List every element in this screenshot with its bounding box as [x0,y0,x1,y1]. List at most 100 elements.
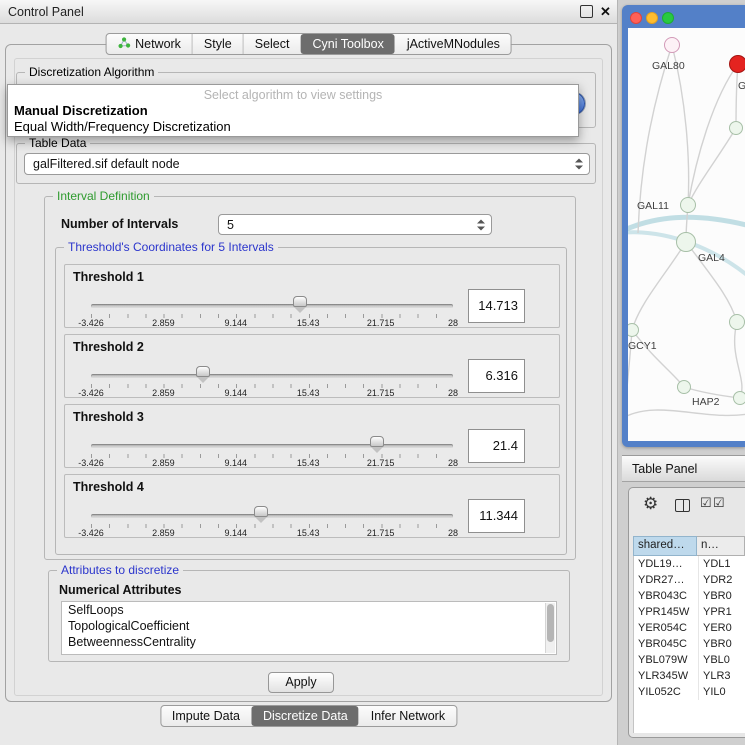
slider-scale-label: 9.144 [225,458,248,468]
network-node[interactable] [729,314,745,330]
network-node[interactable] [729,121,743,135]
group-title: Attributes to discretize [57,563,183,577]
dropdown-placeholder-option[interactable]: Select algorithm to view settings [8,87,578,103]
threshold-value-field[interactable]: 21.4 [468,429,525,463]
slider-scale-label: 21.715 [367,388,395,398]
network-node[interactable] [677,380,691,394]
checkbox-icon[interactable]: ☑ [700,495,712,511]
threshold-label: Threshold 3 [73,410,144,424]
table-data-select[interactable]: galFiltered.sif default node [24,153,590,175]
number-of-intervals-select[interactable]: 5 [218,214,492,235]
close-icon[interactable]: ✕ [599,5,612,18]
network-canvas[interactable]: GAL80GAGAL11GAL4GCY1HAP2 [628,28,745,441]
slider-scale-label: 15.43 [297,458,320,468]
network-node[interactable] [729,55,745,73]
threshold-slider[interactable] [91,298,453,312]
table-row[interactable]: YBR045CYBR0 [634,636,745,652]
tab-jactivemnodules[interactable]: jActiveMNodules [395,34,511,54]
slider-scale-label: 2.859 [152,528,175,538]
control-panel-tabs: Network Style Select Cyni Toolbox jActiv… [105,33,512,55]
numerical-attributes-list[interactable]: SelfLoopsTopologicalCoefficientBetweenne… [61,601,557,655]
table-row[interactable]: YDR27…YDR2 [634,572,745,588]
slider-thumb[interactable] [254,506,268,517]
table-panel-title: Table Panel [632,456,697,482]
table-row[interactable]: YLR345WYLR3 [634,668,745,684]
threshold-slider[interactable] [91,438,453,452]
mac-close-icon[interactable] [630,12,642,24]
network-node[interactable] [664,37,680,53]
slider-thumb[interactable] [196,366,210,377]
slider-scale-label: 15.43 [297,318,320,328]
apply-button[interactable]: Apply [268,672,334,693]
tab-style[interactable]: Style [192,34,243,54]
network-node-label: GA [738,80,745,92]
threshold-label: Threshold 4 [73,480,144,494]
network-node[interactable] [680,197,696,213]
threshold-slider[interactable] [91,368,453,382]
table-row[interactable]: YER054CYER0 [634,620,745,636]
tab-infer-network[interactable]: Infer Network [359,706,456,726]
threshold-value-field[interactable]: 6.316 [468,359,525,393]
table-row[interactable]: YDL19…YDL1 [634,556,745,572]
gear-icon[interactable]: ⚙ [643,494,658,514]
checkbox-icon[interactable]: ☑ [713,495,725,511]
table-data-value: galFiltered.sif default node [33,154,180,174]
table-row[interactable]: YIL052CYIL0 [634,684,745,700]
slider-scale: -3.4262.8599.14415.4321.71528 [91,388,453,398]
column-header-shared[interactable]: shared… [633,536,697,556]
table-cell: YBR045C [634,636,698,652]
tab-label: jActiveMNodules [407,37,500,51]
tab-select[interactable]: Select [243,34,301,54]
tab-network[interactable]: Network [106,34,192,54]
float-window-icon[interactable] [580,5,593,18]
dropdown-option-manual-discretization[interactable]: Manual Discretization [8,103,578,119]
table-cell: YDR2 [698,572,745,588]
slider-thumb[interactable] [293,296,307,307]
network-node[interactable] [676,232,696,252]
threshold-slider[interactable] [91,508,453,522]
table-row[interactable]: YBR043CYBR0 [634,588,745,604]
slider-scale-label: 28 [448,458,458,468]
attribute-item[interactable]: SelfLoops [62,602,556,618]
tab-discretize-data[interactable]: Discretize Data [251,706,359,726]
table-cell: YBL079W [634,652,698,668]
threshold-label: Threshold 1 [73,270,144,284]
table-panel-bar: Table Panel [622,455,745,482]
threshold-panel: Threshold 4 11.344 -3.4262.8599.14415.43… [64,474,560,538]
tab-cyni-toolbox[interactable]: Cyni Toolbox [300,34,394,54]
threshold-value-field[interactable]: 11.344 [468,499,525,533]
number-of-intervals-value: 5 [227,215,234,234]
dropdown-option-equal-width[interactable]: Equal Width/Frequency Discretization [8,119,578,135]
threshold-label: Threshold 2 [73,340,144,354]
attribute-item[interactable]: BetweennessCentrality [62,634,556,650]
slider-thumb[interactable] [370,436,384,447]
table-cell: YDL19… [634,556,698,572]
columns-icon[interactable] [675,499,690,512]
slider-track[interactable] [91,304,453,308]
table-row[interactable]: YBL079WYBL0 [634,652,745,668]
column-header-name[interactable]: n… [697,536,745,556]
table-cell: YBR0 [698,588,745,604]
slider-scale-label: 28 [448,388,458,398]
slider-scale-label: -3.426 [78,458,104,468]
mac-minimize-icon[interactable] [646,12,658,24]
control-panel-window: Control Panel ✕ Network Style [0,0,618,745]
table-data-group: Table Data galFiltered.sif default node [16,143,596,184]
mac-zoom-icon[interactable] [662,12,674,24]
tab-impute-data[interactable]: Impute Data [161,706,251,726]
network-node[interactable] [733,391,745,405]
table-row[interactable]: YPR145WYPR1 [634,604,745,620]
slider-scale-label: 2.859 [152,318,175,328]
threshold-value-field[interactable]: 14.713 [468,289,525,323]
table-cell: YPR1 [698,604,745,620]
scrollbar-thumb[interactable] [547,604,554,642]
thresholds-group: Threshold's Coordinates for 5 Intervals … [55,247,567,555]
slider-track[interactable] [91,514,453,518]
slider-scale-label: 2.859 [152,458,175,468]
slider-track[interactable] [91,374,453,378]
attribute-item[interactable]: TopologicalCoefficient [62,618,556,634]
slider-track[interactable] [91,444,453,448]
list-scrollbar[interactable] [545,603,555,653]
network-node-label: HAP2 [692,396,719,408]
tab-label: Style [204,37,232,51]
